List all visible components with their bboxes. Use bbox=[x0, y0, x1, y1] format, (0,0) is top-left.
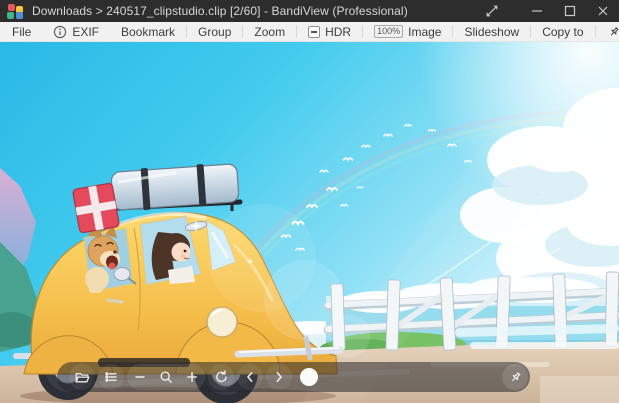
slideshow-label: Slideshow bbox=[464, 25, 519, 39]
position-dot[interactable] bbox=[300, 368, 318, 386]
headlight bbox=[207, 307, 237, 337]
image-menu-button[interactable]: 100% Image bbox=[363, 25, 452, 39]
zoom-menu-button[interactable]: Zoom bbox=[243, 25, 296, 39]
open-folder-button[interactable] bbox=[69, 364, 95, 390]
zoom-level-badge: 100% bbox=[374, 25, 403, 38]
info-icon bbox=[53, 25, 67, 39]
file-menu[interactable]: File bbox=[8, 25, 42, 39]
fullscreen-icon[interactable] bbox=[475, 0, 508, 22]
toolbar-right-group: Bookmark Group Zoom HDR 100% Image Slide… bbox=[110, 25, 619, 39]
door-handle bbox=[108, 300, 122, 302]
exif-label: EXIF bbox=[72, 25, 99, 39]
red-giftbox bbox=[72, 183, 119, 233]
window-title: Downloads > 240517_clipstudio.clip [2/60… bbox=[32, 4, 408, 18]
bookmark-label: Bookmark bbox=[121, 25, 175, 39]
zoom-in-icon bbox=[184, 369, 200, 385]
group-label: Group bbox=[198, 25, 231, 39]
zoom-control-group bbox=[127, 364, 205, 390]
zoom-out-button[interactable] bbox=[127, 364, 153, 390]
copy-to-button[interactable]: Copy to bbox=[531, 25, 594, 39]
pin-toolbar-button[interactable] bbox=[596, 25, 619, 39]
floating-toolbar bbox=[57, 362, 530, 392]
zoom-lens-icon bbox=[158, 369, 174, 385]
rotate-icon bbox=[213, 369, 229, 385]
copy-to-label: Copy to bbox=[542, 25, 583, 39]
app-logo-icon bbox=[7, 3, 24, 19]
zoom-in-button[interactable] bbox=[179, 364, 205, 390]
previous-image-button[interactable] bbox=[237, 364, 263, 390]
folder-open-icon bbox=[74, 369, 90, 385]
bookmark-button[interactable]: Bookmark bbox=[110, 25, 186, 39]
zoom-label: Zoom bbox=[254, 25, 285, 39]
titlebar: Downloads > 240517_clipstudio.clip [2/60… bbox=[0, 0, 619, 22]
thumbnails-list-icon bbox=[103, 369, 119, 385]
next-image-button[interactable] bbox=[266, 364, 292, 390]
hdr-label: HDR bbox=[325, 25, 351, 39]
hdr-toggle[interactable]: HDR bbox=[297, 25, 362, 39]
next-image-icon bbox=[271, 369, 287, 385]
group-button[interactable]: Group bbox=[187, 25, 242, 39]
viewer-image bbox=[0, 42, 619, 403]
rotate-button[interactable] bbox=[208, 364, 234, 390]
exif-button[interactable]: EXIF bbox=[42, 25, 110, 39]
slideshow-button[interactable]: Slideshow bbox=[453, 25, 530, 39]
maximize-icon[interactable] bbox=[553, 0, 586, 22]
file-menu-label: File bbox=[12, 25, 31, 39]
hdr-checkbox-icon[interactable] bbox=[308, 26, 320, 38]
close-icon[interactable] bbox=[586, 0, 619, 22]
bandiview-window: Downloads > 240517_clipstudio.clip [2/60… bbox=[0, 0, 619, 403]
minimize-icon[interactable] bbox=[520, 0, 553, 22]
thumbnail-list-button[interactable] bbox=[98, 364, 124, 390]
main-toolbar: File EXIF Bookmark Group Zoom HDR 100% bbox=[0, 22, 619, 42]
image-viewport[interactable] bbox=[0, 42, 619, 403]
previous-image-icon bbox=[242, 369, 258, 385]
pin-icon bbox=[508, 370, 523, 385]
zoom-out-icon bbox=[132, 369, 148, 385]
image-label: Image bbox=[408, 25, 441, 39]
pin-overlay-button[interactable] bbox=[502, 364, 528, 390]
zoom-lens-button[interactable] bbox=[153, 364, 179, 390]
window-controls bbox=[475, 0, 619, 22]
pin-icon bbox=[607, 25, 619, 39]
